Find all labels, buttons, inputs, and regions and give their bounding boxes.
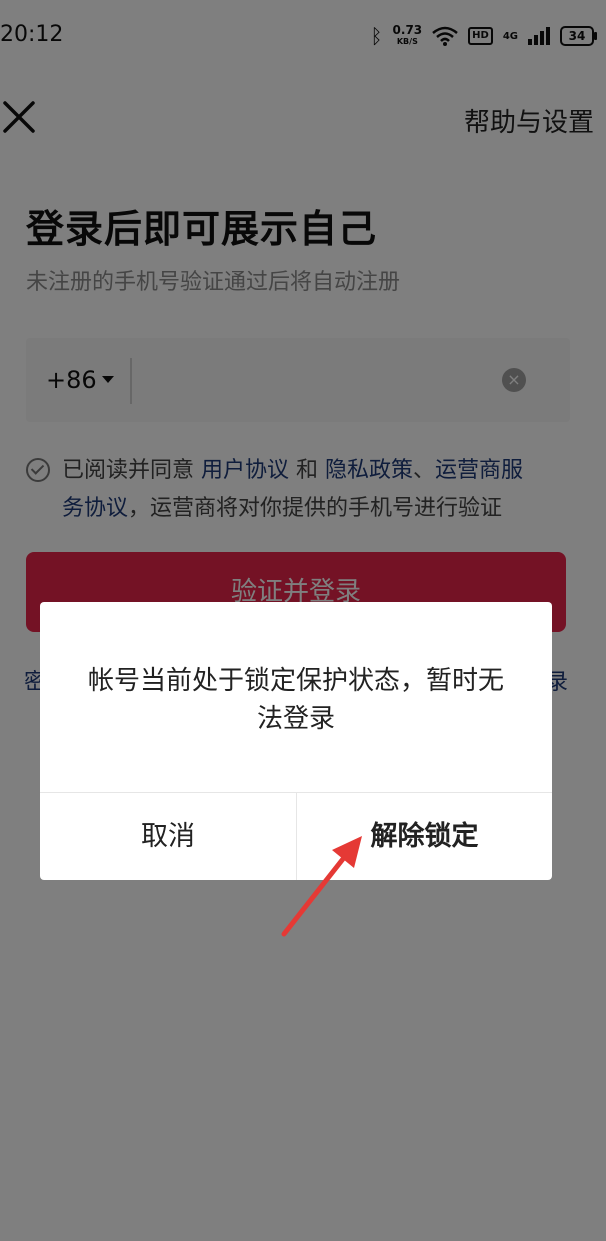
annotation-arrow-icon <box>281 836 362 937</box>
cancel-button[interactable]: 取消 <box>40 793 296 880</box>
dialog-message: 帐号当前处于锁定保护状态，暂时无法登录 <box>87 666 504 734</box>
